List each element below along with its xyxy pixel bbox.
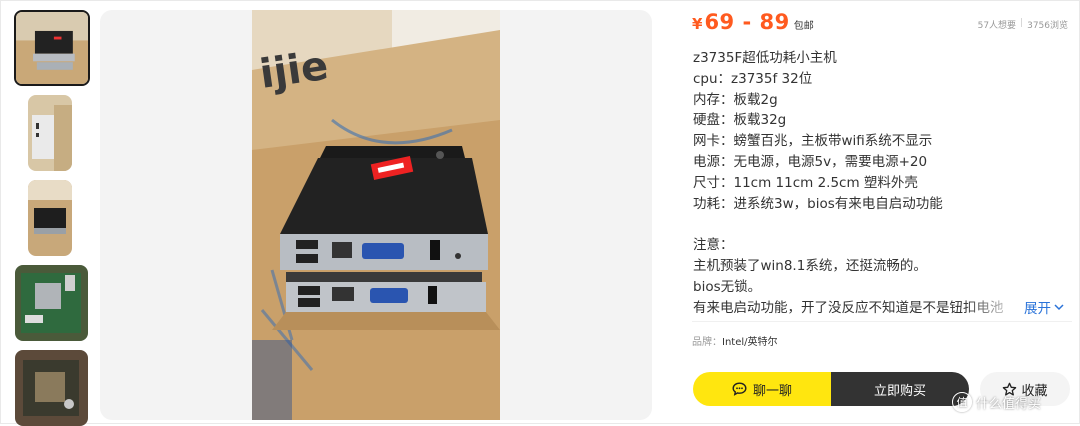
buy-label: 立即购买 <box>873 383 926 399</box>
spec-line: 功耗：进系统3w，bios有来电自启动功能 <box>693 195 943 212</box>
watermark-logo-icon: 值 <box>952 392 972 412</box>
brand-row: 品牌：Intel/英特尔 <box>692 333 778 348</box>
spec-line: 内存：板载2g <box>693 91 778 108</box>
spec-line: cpu：z3735f 32位 <box>693 70 813 87</box>
brand-value: Intel/英特尔 <box>722 337 778 348</box>
stats-separator: | <box>1020 18 1024 28</box>
price-row: ¥ 69 - 89 包邮 <box>692 10 814 34</box>
site-watermark: 值 什么值得买 <box>952 392 1041 412</box>
thumbnail-5-image <box>15 350 88 426</box>
product-photo: ijie <box>252 10 500 420</box>
spec-line: 尺寸：11cm 11cm 2.5cm 塑料外壳 <box>693 174 918 191</box>
price-currency: ¥ <box>692 15 703 33</box>
item-description: z3735F超低功耗小主机 cpu：z3735f 32位 内存：板载2g 硬盘：… <box>693 48 1023 319</box>
spec-line: 电源：无电源，电源5v，需要电源+20 <box>693 153 928 170</box>
chat-bubble-icon <box>732 382 747 396</box>
section-divider <box>692 321 1072 322</box>
thumbnail-1-image <box>16 12 88 84</box>
note-line: bios无锁。 <box>693 278 762 295</box>
spec-line: 网卡：螃蟹百兆，主板带wifi系统不显示 <box>693 133 933 150</box>
thumbnail-4[interactable] <box>15 265 88 341</box>
chevron-down-icon <box>1054 304 1064 311</box>
brand-key: 品牌： <box>692 337 722 348</box>
chat-button[interactable]: 聊一聊 <box>693 372 831 406</box>
listing-stats: 57人想要 | 3756浏览 <box>978 18 1068 31</box>
spec-line: z3735F超低功耗小主机 <box>693 50 837 66</box>
views-count: 3756浏览 <box>1027 21 1068 31</box>
thumbnail-4-image <box>15 265 88 341</box>
chat-label: 聊一聊 <box>752 383 792 399</box>
spec-line: 硬盘：板载32g <box>693 112 787 129</box>
note-line: 有来电启动功能，开了没反应不知道是不是钮扣电池 <box>693 297 1023 319</box>
thumbnail-1[interactable] <box>14 10 90 86</box>
buy-now-button[interactable]: 立即购买 <box>831 372 969 406</box>
note-line: 注意： <box>693 237 734 254</box>
wants-count: 57人想要 <box>977 21 1017 31</box>
main-image-viewer[interactable]: ijie <box>100 10 652 420</box>
box-brand-text: ijie <box>257 43 331 98</box>
note-line: 主机预装了win8.1系统，还挺流畅的。 <box>693 257 927 274</box>
watermark-text: 什么值得买 <box>976 396 1042 412</box>
thumbnail-2[interactable] <box>28 95 72 171</box>
expand-label: 展开 <box>1024 301 1051 317</box>
shipping-label: 包邮 <box>793 21 814 32</box>
thumbnail-3[interactable] <box>28 180 72 256</box>
thumbnail-2-image <box>28 95 72 171</box>
expand-description-link[interactable]: 展开 <box>1024 297 1064 317</box>
thumbnail-5[interactable] <box>15 350 88 426</box>
thumbnail-3-image <box>28 180 72 256</box>
price-range: 69 - 89 <box>704 10 790 34</box>
